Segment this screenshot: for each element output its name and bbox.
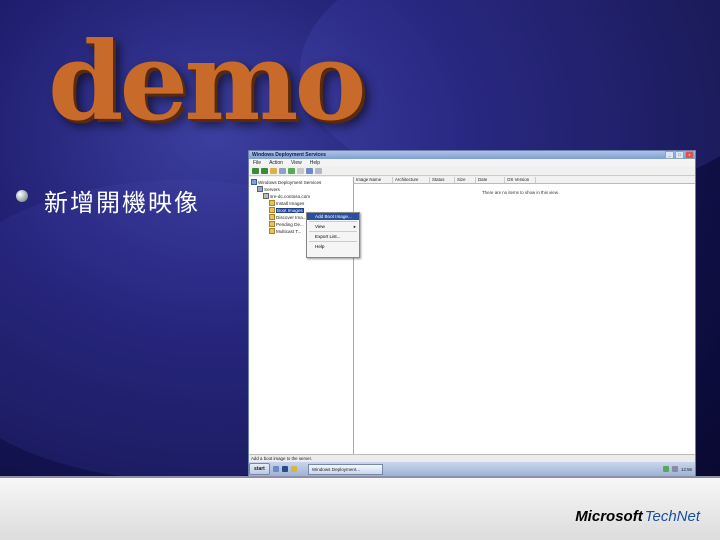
tree-servers[interactable]: Servers [257,186,280,192]
up-icon[interactable] [270,167,277,174]
tree-root[interactable]: Windows Deployment Services [251,179,321,185]
demo-headline: demo [48,19,367,145]
clock[interactable]: 12:56 [681,467,692,472]
wds-window: Windows Deployment Services _ □ x File A… [248,150,696,477]
wds-icon [251,179,257,185]
server-icon [263,193,269,199]
tree-install-images[interactable]: Install Images [269,200,304,206]
menu-view[interactable]: View [291,160,302,166]
window-title: Windows Deployment Services [252,152,326,158]
tree-discover-images[interactable]: Discover Ima... [269,214,307,220]
status-bar: Add a boot image to the server. [249,454,695,462]
folder-icon [269,228,275,234]
minimize-button[interactable]: _ [665,151,674,159]
system-tray: 12:56 [663,466,695,472]
menu-separator [309,241,357,242]
show-hide-tree-icon[interactable] [279,167,286,174]
servers-icon [257,186,263,192]
start-button[interactable]: start [249,463,270,475]
export-icon[interactable] [297,167,304,174]
help-icon[interactable] [306,167,313,174]
technet-logo: Microsoft TechNet [575,508,700,525]
column-headers: Image Name Architecture Status Size Date… [354,177,695,184]
folder-icon [269,200,275,206]
menu-action[interactable]: Action [269,160,283,166]
menu-item-view[interactable]: View ▸ [307,223,359,230]
folder-icon [269,221,275,227]
tree-server[interactable]: sre-dc.contoso.com [263,193,310,199]
back-icon[interactable] [252,167,259,174]
column-header[interactable]: Architecture [393,177,430,183]
empty-message: There are no items to show in this view. [482,190,559,195]
server-manager-icon[interactable] [272,466,279,472]
column-header[interactable]: Size [455,177,476,183]
folder-icon [269,207,275,213]
menu-help[interactable]: Help [310,160,320,166]
menu-bar: File Action View Help [249,159,695,166]
submenu-arrow-icon: ▸ [353,224,356,229]
tree-multicast[interactable]: Multicast T... [269,228,301,234]
refresh-icon[interactable] [288,167,295,174]
bullet-text: 新增開機映像 [44,189,200,217]
menu-item-add-boot-image[interactable]: Add Boot Image... [307,213,359,220]
forward-icon[interactable] [261,167,268,174]
menu-item-help[interactable]: Help [307,243,359,250]
menu-item-export-list[interactable]: Export List... [307,233,359,240]
close-button[interactable]: x [685,151,694,159]
tree-pending-devices[interactable]: Pending De... [269,221,304,227]
taskbar-wds-button[interactable]: Windows Deployment... [307,463,383,475]
results-pane: Image Name Architecture Status Size Date… [354,177,695,460]
context-menu: Add Boot Image... View ▸ Export List... … [306,212,360,258]
volume-icon[interactable] [672,466,678,472]
taskbar: start Windows Deployment... 12:56 [249,462,695,476]
column-header[interactable]: Date [476,177,505,183]
network-icon[interactable] [663,466,669,472]
menu-separator [309,221,357,222]
menu-separator [309,231,357,232]
column-header[interactable]: OS Version [505,177,536,183]
window-titlebar[interactable]: Windows Deployment Services _ □ x [249,151,695,159]
bullet-icon [16,190,28,202]
maximize-button[interactable]: □ [675,151,684,159]
powershell-icon[interactable] [281,466,288,472]
column-header[interactable]: Image Name [354,177,393,183]
toolbar [249,166,695,176]
explorer-icon[interactable] [290,466,297,472]
menu-file[interactable]: File [253,160,261,166]
properties-icon[interactable] [315,167,322,174]
tree-boot-images[interactable]: Boot Images [269,207,304,213]
column-header[interactable]: Status [430,177,455,183]
folder-icon [269,214,275,220]
